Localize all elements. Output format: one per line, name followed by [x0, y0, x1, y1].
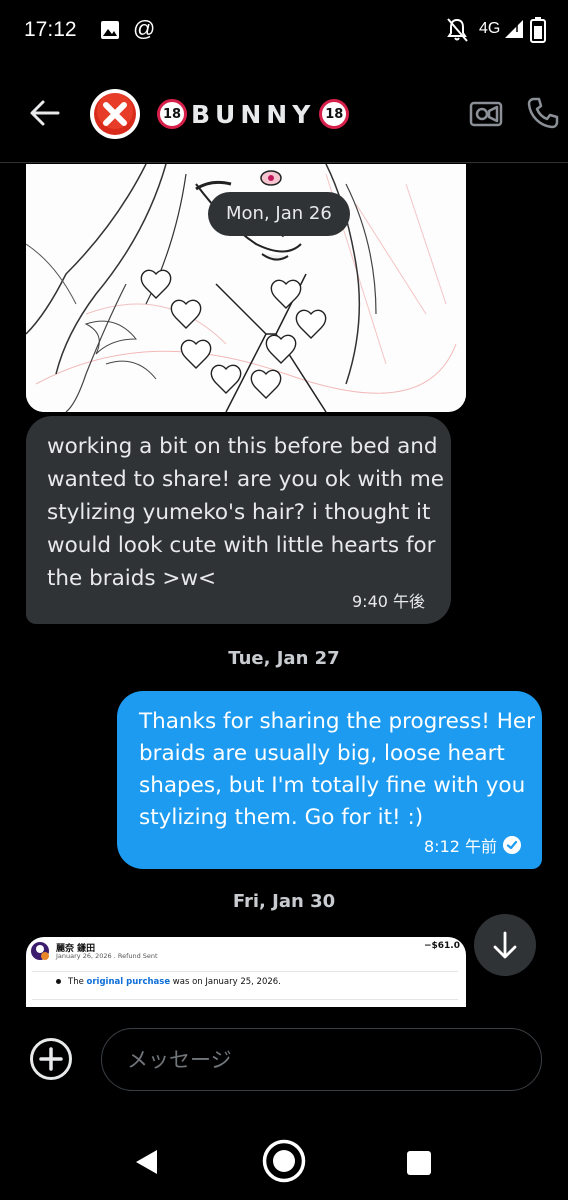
signal-icon: [505, 20, 523, 38]
chat-title[interactable]: 18 BUNNY 18: [157, 96, 350, 132]
avatar[interactable]: [90, 89, 140, 139]
arrow-down-icon: [493, 931, 517, 959]
receipt-bullet: [56, 979, 61, 984]
phone-call-icon[interactable]: [526, 96, 560, 130]
read-check-icon: [503, 836, 522, 854]
receipt-avatar-icon: [31, 942, 49, 960]
date-separator-jan30: Fri, Jan 30: [232, 891, 336, 912]
date-separator-jan27: Tue, Jan 27: [228, 648, 340, 669]
chat-title-text: BUNNY: [191, 99, 316, 129]
battery-icon: [530, 17, 546, 43]
received-message-time: 9:40 午後: [352, 592, 426, 611]
received-message-text: working a bit on this before bed and wan…: [47, 434, 444, 591]
receipt-link[interactable]: original purchase: [87, 977, 171, 987]
sent-message-text: Thanks for sharing the progress! Her bra…: [139, 709, 535, 830]
image-icon: [101, 21, 119, 39]
shared-image-receipt[interactable]: 麗奈 鎌田 January 26, 2026 . Refund Sent −$6…: [26, 937, 466, 1007]
message-input-placeholder: メッセージ: [127, 1048, 232, 1072]
nav-home-icon[interactable]: [262, 1139, 306, 1183]
date-pill-jan26: Mon, Jan 26: [208, 192, 350, 236]
mute-bell-icon: [447, 18, 468, 42]
receipt-subtitle: January 26, 2026 . Refund Sent: [56, 952, 158, 960]
nav-recents-icon[interactable]: [406, 1150, 432, 1176]
nav-back-icon[interactable]: [133, 1148, 159, 1176]
status-time: 17:12: [24, 18, 77, 41]
network-type: 4G: [479, 20, 501, 37]
back-arrow-icon[interactable]: [28, 96, 62, 130]
video-call-icon[interactable]: [469, 98, 503, 130]
adults-only-badge-right: 18: [319, 99, 350, 129]
adults-only-badge-left: 18: [157, 99, 187, 129]
receipt-divider: [32, 971, 458, 972]
sent-message-meta: 8:12 午前: [424, 833, 522, 857]
receipt-line: The original purchase was on January 25,…: [68, 977, 281, 987]
receipt-divider-2: [32, 999, 458, 1000]
receipt-amount: −$61.0: [423, 941, 460, 951]
add-attachment-icon[interactable]: [29, 1037, 73, 1081]
sent-message-time: 8:12 午前: [424, 837, 498, 856]
scroll-to-bottom-button[interactable]: [474, 914, 536, 976]
at-icon: @: [133, 16, 156, 41]
